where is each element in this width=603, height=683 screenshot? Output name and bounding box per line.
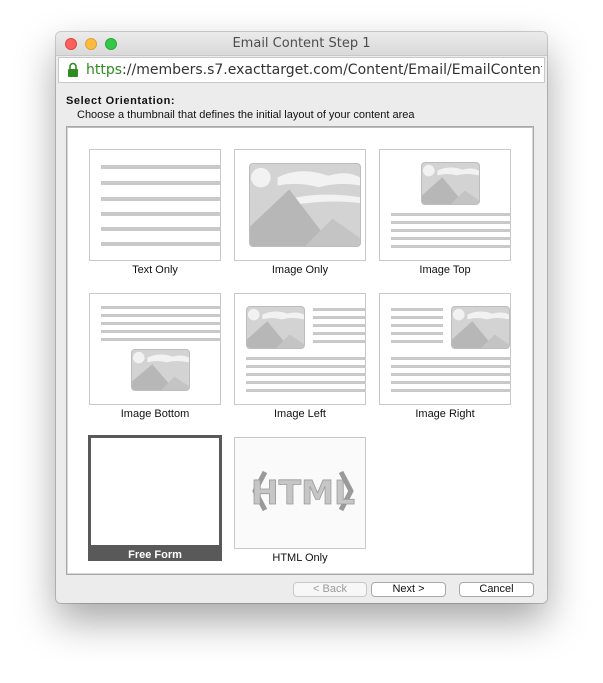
section-description: Choose a thumbnail that defines the init… [77, 109, 415, 121]
window-title: Email Content Step 1 [232, 36, 371, 51]
section-heading: Select Orientation: [66, 95, 176, 107]
tile-label: Free Form [88, 547, 222, 561]
address-bar[interactable]: https://members.s7.exacttarget.com/Conte… [58, 57, 545, 83]
image-only-thumbnail [234, 149, 366, 261]
html-icon-text: HTML [251, 473, 355, 512]
image-left-thumbnail [234, 293, 366, 405]
tile-label: Image Top [419, 264, 471, 276]
tile-label: HTML Only [272, 552, 328, 564]
tile-label: Image Only [271, 264, 329, 276]
thumbnail-panel: Text Only Image Only Image Top Image Bot… [66, 126, 534, 575]
html-only-thumbnail: HTML [234, 437, 366, 549]
next-button[interactable]: Next > [371, 582, 446, 597]
lock-icon [68, 62, 78, 77]
image-right-thumbnail [379, 293, 511, 405]
image-placeholder-icon [451, 306, 510, 349]
image-placeholder-icon [421, 162, 480, 205]
image-bottom-thumbnail [89, 293, 221, 405]
tile-label: Text Only [132, 264, 178, 276]
tile-label: Image Right [415, 408, 475, 420]
url-path: ://members.s7.exacttarget.com/Content/Em… [122, 62, 542, 78]
image-top-thumbnail [379, 149, 511, 261]
title-bar: Email Content Step 1 [56, 32, 547, 56]
content-area: Select Orientation: Choose a thumbnail t… [56, 84, 547, 603]
html-code-icon: HTML [251, 470, 355, 512]
image-placeholder-icon [249, 163, 361, 247]
url-scheme: https [86, 62, 123, 78]
free-form-thumbnail [88, 435, 222, 548]
tile-label: Image Left [274, 408, 326, 420]
text-only-thumbnail [89, 149, 221, 261]
tile-label: Image Bottom [120, 408, 190, 420]
back-button[interactable]: < Back [293, 582, 367, 597]
image-placeholder-icon [246, 306, 305, 349]
image-placeholder-icon [131, 349, 190, 391]
cancel-button[interactable]: Cancel [459, 582, 534, 597]
dialog-window: Email Content Step 1 https://members.s7.… [56, 32, 547, 603]
url-text: https://members.s7.exacttarget.com/Conte… [86, 62, 542, 78]
